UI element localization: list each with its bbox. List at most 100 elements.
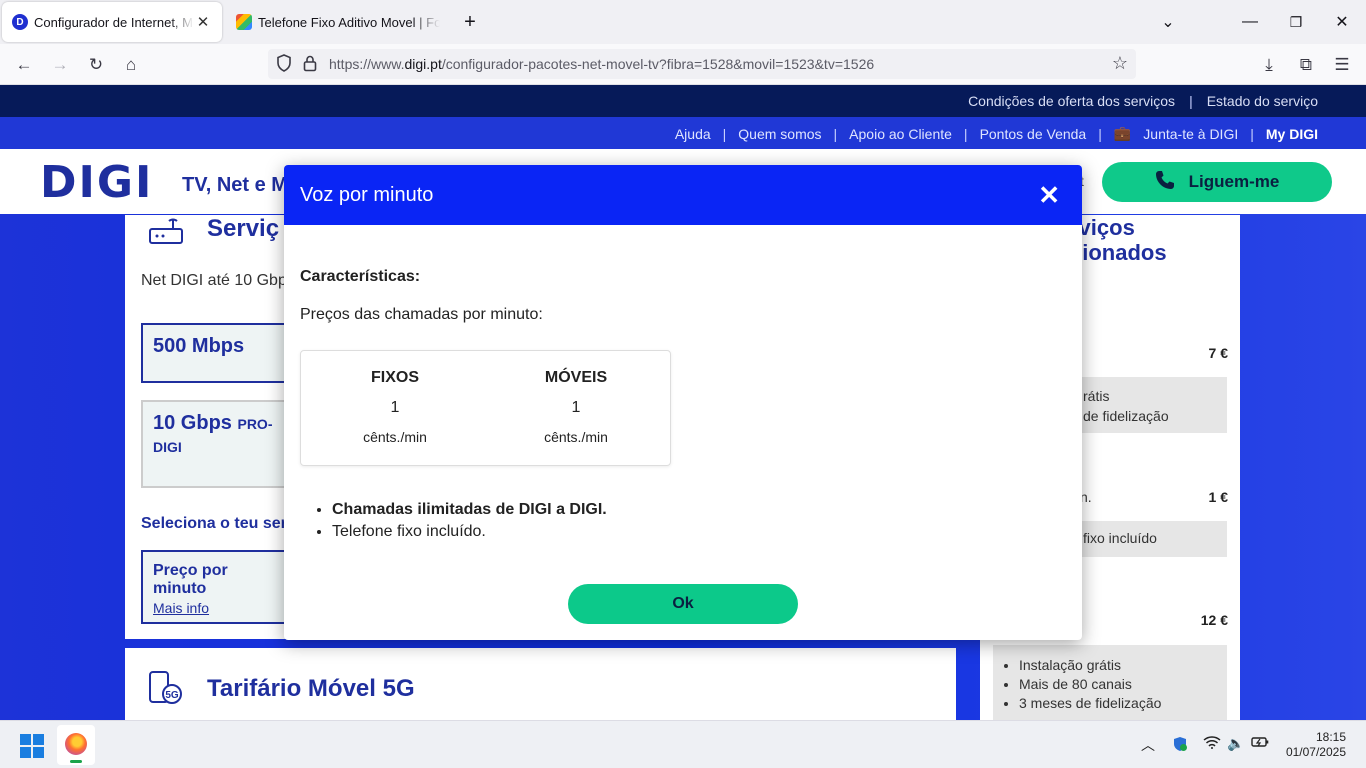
tab-configurador[interactable]: D Configurador de Internet, Móvel e TV ✕ (2, 2, 222, 42)
sidebar-gray2-line1: fixo incluído (1083, 530, 1157, 546)
url-path: /configurador-pacotes-net-movel-tv?fibra… (441, 56, 875, 72)
separator: | (1189, 93, 1193, 109)
firefox-taskbar-button[interactable] (57, 725, 95, 765)
security-shield-icon[interactable] (1172, 736, 1188, 755)
battery-icon[interactable] (1251, 735, 1269, 752)
link-pontos-venda[interactable]: Pontos de Venda (980, 126, 1087, 142)
router-icon (147, 215, 185, 245)
services-title: Serviç (207, 215, 280, 242)
digi-logo[interactable]: DIGI (40, 157, 153, 208)
sidebar-gray1-line2: de fidelização (1083, 408, 1169, 424)
separator: | (722, 125, 727, 142)
price-header: FIXOS (370, 369, 419, 386)
mais-info-link[interactable]: Mais info (153, 600, 279, 616)
url-bar[interactable]: https://www.digi.pt/configurador-pacotes… (268, 49, 1136, 79)
option-10gbps-label: 10 Gbps (153, 412, 232, 434)
link-quem-somos[interactable]: Quem somos (738, 126, 821, 142)
menu-hamburger-icon[interactable]: ☰ (1329, 52, 1355, 78)
option-preco-minuto-label: Preço por minuto (153, 562, 228, 597)
clock-date: 01/07/2025 (1285, 745, 1346, 759)
new-tab-plus-icon[interactable]: + (458, 11, 482, 33)
browser-nav-bar: ← → ↻ ⌂ https://www.digi.pt/configurador… (0, 44, 1366, 85)
price-table: FIXOS 1 cênts./min MÓVEIS 1 cênts./min (300, 350, 671, 466)
reload-icon[interactable]: ↻ (83, 52, 109, 78)
windows-start-icon[interactable] (20, 734, 44, 758)
volume-icon[interactable]: 🔈 (1227, 735, 1244, 752)
sidebar-price-3: 12 € (1200, 612, 1228, 628)
phone-icon (1155, 170, 1175, 195)
modal-close-icon[interactable]: ✕ (1038, 181, 1060, 209)
price-value: 1 (571, 399, 581, 416)
price-value: 1 (390, 399, 400, 416)
top-utility-strip: Condições de oferta dos serviços | Estad… (0, 85, 1366, 117)
minimize-icon[interactable]: — (1238, 11, 1262, 33)
forward-arrow-icon[interactable]: → (47, 52, 73, 78)
separator: | (1250, 125, 1254, 142)
mobile-card: 5G Tarifário Móvel 5G (125, 648, 956, 720)
svg-text:5G: 5G (165, 690, 179, 701)
list-tabs-chevron-icon[interactable]: ⌄ (1156, 11, 1180, 33)
briefcase-icon: 💼 (1113, 125, 1132, 141)
sidebar-gray1-line1: rátis (1083, 388, 1110, 404)
system-clock[interactable]: 18:15 01/07/2025 (1286, 730, 1346, 760)
price-unit: cênts./min (363, 429, 427, 445)
home-icon[interactable]: ⌂ (118, 52, 144, 78)
restore-icon[interactable]: ❐ (1284, 11, 1308, 33)
price-column-moveis: MÓVEIS 1 cênts./min (486, 369, 666, 445)
downloads-icon[interactable]: ⤓ (1256, 52, 1282, 78)
windows-taskbar: ︿ 🔈 18:15 01/07/2025 (0, 720, 1366, 768)
mobile-card-title: Tarifário Móvel 5G (207, 675, 415, 702)
separator: | (963, 125, 968, 142)
firefox-icon (65, 733, 87, 755)
url-text: https://www.digi.pt/configurador-pacotes… (329, 56, 874, 72)
option-500mbps[interactable]: 500 Mbps (141, 323, 291, 383)
option-preco-minuto[interactable]: Preço por minuto Mais info (141, 550, 291, 624)
url-prefix: https://www. (329, 56, 405, 72)
select-service-label: Seleciona o teu serv (141, 515, 296, 532)
ok-button[interactable]: Ok (568, 584, 798, 624)
link-my-digi[interactable]: My DIGI (1266, 126, 1318, 142)
list-item: Chamadas ilimitadas de DIGI a DIGI. (332, 501, 607, 519)
browser-tab-bar: D Configurador de Internet, Móvel e TV ✕… (0, 0, 1366, 44)
modal-title: Voz por minuto (300, 183, 434, 206)
tray-chevron-up-icon[interactable]: ︿ (1141, 735, 1155, 755)
link-condicoes-oferta[interactable]: Condições de oferta dos serviços (968, 93, 1175, 109)
call-me-button[interactable]: Liguem-me (1102, 162, 1332, 202)
mobile-5g-icon: 5G (147, 670, 183, 706)
price-header: MÓVEIS (544, 369, 608, 386)
separator: | (1098, 125, 1102, 142)
bookmark-star-icon[interactable]: ☆ (1112, 53, 1128, 74)
tab-close-icon[interactable]: ✕ (194, 13, 212, 31)
sidebar-gray-box-3: Instalação grátis Mais de 80 canais 3 me… (993, 645, 1227, 720)
link-junta-te[interactable]: Junta-te à DIGI (1143, 126, 1238, 142)
window-close-icon[interactable]: ✕ (1330, 11, 1354, 33)
lock-icon[interactable] (303, 54, 317, 75)
tab-telefone-fixo[interactable]: Telefone Fixo Aditivo Movel | Fo (226, 2, 450, 42)
list-item: 3 meses de fidelização (1019, 695, 1161, 711)
extensions-icon[interactable]: ⧉ (1293, 52, 1319, 78)
option-10gbps-line2: DIGI (153, 439, 182, 455)
sidebar-title: rviços cionados (1070, 215, 1167, 265)
price-column-fixos: FIXOS 1 cênts./min (305, 369, 485, 445)
wifi-icon[interactable] (1203, 735, 1221, 752)
back-arrow-icon[interactable]: ← (11, 52, 37, 78)
sidebar-price-2: 1 € (1208, 489, 1228, 505)
sidebar-price-1: 7 € (1208, 345, 1228, 361)
tab-title: Telefone Fixo Aditivo Movel | Fo (258, 14, 440, 30)
secondary-nav-strip: Ajuda | Quem somos | Apoio ao Cliente | … (0, 117, 1366, 149)
call-me-label: Liguem-me (1188, 172, 1280, 191)
modal-header: Voz por minuto ✕ (284, 165, 1082, 225)
link-estado-servico[interactable]: Estado do serviço (1207, 93, 1318, 109)
separator: | (833, 125, 838, 142)
link-ajuda[interactable]: Ajuda (675, 126, 711, 142)
voz-por-minuto-modal: Voz por minuto ✕ Características: Preços… (284, 165, 1082, 640)
url-domain: digi.pt (404, 56, 442, 72)
list-item: Instalação grátis (1019, 657, 1161, 673)
option-10gbps-small: PRO- (237, 416, 273, 432)
link-apoio-cliente[interactable]: Apoio ao Cliente (849, 126, 952, 142)
characteristics-heading: Características: (300, 268, 421, 285)
option-10gbps[interactable]: 10 Gbps PRO- DIGI (141, 400, 291, 488)
active-indicator (70, 760, 82, 763)
sidebar-title-line2: cionados (1070, 240, 1167, 265)
shield-icon[interactable] (276, 54, 292, 75)
